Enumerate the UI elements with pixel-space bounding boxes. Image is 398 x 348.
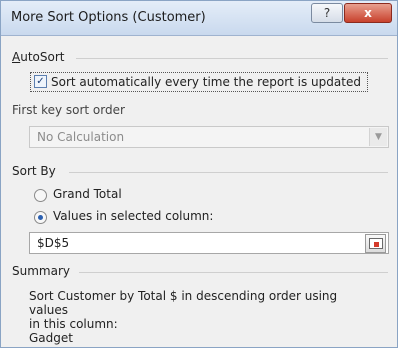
chevron-down-icon[interactable]: ▼ xyxy=(369,128,387,146)
more-sort-options-dialog: More Sort Options (Customer) ? x AutoSor… xyxy=(0,0,398,348)
autosort-checkbox-row[interactable]: ✓ Sort automatically every time the repo… xyxy=(30,72,368,92)
first-key-section-title: First key sort order xyxy=(12,103,125,117)
values-in-column-radio[interactable] xyxy=(34,211,47,224)
close-button[interactable]: x xyxy=(344,3,392,23)
sort-by-section-title: Sort By xyxy=(12,164,56,178)
summary-line-1: Sort Customer by Total $ in descending o… xyxy=(29,289,338,317)
grand-total-radio[interactable] xyxy=(34,189,47,202)
summary-divider xyxy=(79,272,388,273)
first-key-dropdown[interactable]: No Calculation ▼ xyxy=(29,126,389,148)
autosort-section-title: AutoSort xyxy=(12,50,65,64)
grand-total-label[interactable]: Grand Total xyxy=(53,187,122,201)
range-selector-icon[interactable] xyxy=(365,234,386,253)
first-key-dropdown-value: No Calculation xyxy=(37,130,125,144)
column-reference-input[interactable]: $D$5 xyxy=(29,232,389,254)
autosort-divider xyxy=(76,58,388,59)
autosort-checkbox-label: Sort automatically every time the report… xyxy=(51,75,361,89)
values-in-column-label[interactable]: Values in selected column: xyxy=(53,209,213,223)
summary-section-title: Summary xyxy=(12,264,70,278)
summary-line-2: in this column: xyxy=(29,317,118,331)
sort-by-divider xyxy=(69,172,388,173)
help-icon: ? xyxy=(323,6,331,20)
column-reference-value: $D$5 xyxy=(37,236,70,250)
autosort-checkbox[interactable]: ✓ xyxy=(34,75,47,88)
title-bar: More Sort Options (Customer) ? x xyxy=(1,1,397,36)
help-button[interactable]: ? xyxy=(311,3,343,23)
summary-text: Sort Customer by Total $ in descending o… xyxy=(29,289,374,345)
dialog-content: AutoSort ✓ Sort automatically every time… xyxy=(1,36,397,347)
window-title: More Sort Options (Customer) xyxy=(11,10,206,25)
summary-line-3: Gadget xyxy=(29,331,73,345)
close-icon: x xyxy=(364,6,372,20)
